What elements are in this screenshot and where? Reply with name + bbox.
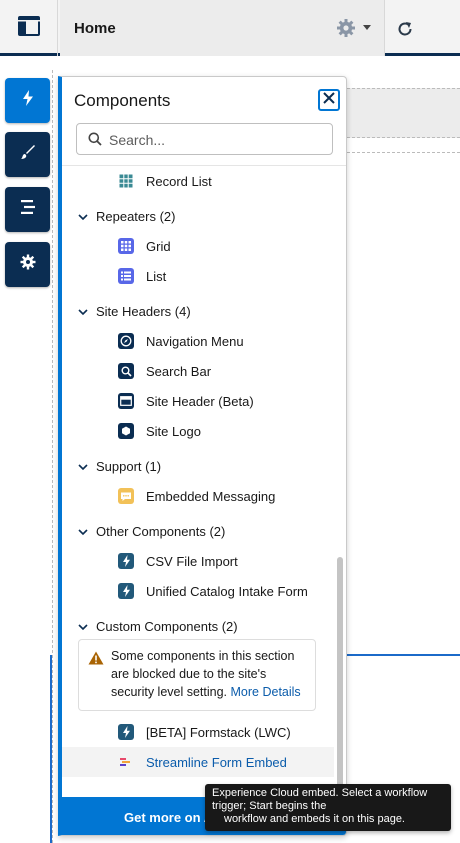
app-menu-button[interactable] xyxy=(0,0,58,56)
list-divider xyxy=(62,165,346,166)
search-icon xyxy=(118,363,134,379)
lightning-icon xyxy=(118,553,134,569)
component-item-label: Streamline Form Embed xyxy=(146,754,287,770)
search-icon xyxy=(88,132,102,151)
chevron-down-icon xyxy=(78,209,88,224)
compass-icon xyxy=(118,333,134,349)
chevron-down-icon[interactable] xyxy=(363,25,371,30)
section-label: Custom Components (2) xyxy=(96,618,238,634)
component-tooltip: Experience Cloud embed. Select a workflo… xyxy=(205,784,451,831)
component-item-formstack-lwc[interactable]: [BETA] Formstack (LWC) xyxy=(118,719,291,745)
more-details-link[interactable]: More Details xyxy=(231,685,301,699)
brush-icon xyxy=(20,144,36,165)
component-item-streamline-form-embed[interactable]: Streamline Form Embed xyxy=(62,747,334,777)
section-label: Support (1) xyxy=(96,458,162,474)
component-item-label: Grid xyxy=(146,238,171,254)
tooltip-line: Experience Cloud embed. Select a workflo… xyxy=(212,787,428,799)
component-item-embedded-messaging[interactable]: Embedded Messaging xyxy=(118,483,275,509)
components-panel: Components Record List Repeaters (2) Gri… xyxy=(58,76,347,836)
section-label: Other Components (2) xyxy=(96,523,226,539)
section-other-components[interactable]: Other Components (2) xyxy=(78,518,225,544)
close-icon xyxy=(323,91,335,109)
gear-icon[interactable] xyxy=(336,18,356,43)
component-item-label: Record List xyxy=(146,173,212,189)
panel-title: Components xyxy=(74,91,171,110)
chevron-down-icon xyxy=(78,304,88,319)
chevron-down-icon xyxy=(78,459,88,474)
component-item-label: Unified Catalog Intake Form xyxy=(146,583,308,599)
component-item-label: Site Logo xyxy=(146,423,201,439)
close-button[interactable] xyxy=(318,89,340,111)
component-item-label: Embedded Messaging xyxy=(146,488,276,504)
lightning-icon xyxy=(118,724,134,740)
chevron-down-icon xyxy=(78,524,88,539)
tooltip-line: workflow and embeds it on this page. xyxy=(224,813,405,825)
component-item-search-bar[interactable]: Search Bar xyxy=(118,358,211,384)
chevron-down-icon xyxy=(78,619,88,634)
tooltip-line: trigger; Start begins the xyxy=(212,800,327,812)
builder-header: Home xyxy=(0,0,460,56)
canvas-selection-edge xyxy=(50,655,52,843)
grid-icon xyxy=(118,238,134,254)
section-custom-components[interactable]: Custom Components (2) xyxy=(78,613,238,639)
section-site-headers[interactable]: Site Headers (4) xyxy=(78,298,191,324)
logo-icon xyxy=(118,423,134,439)
rail-theme-button[interactable] xyxy=(5,132,50,177)
table-icon xyxy=(118,173,134,189)
component-item-label: Site Header (Beta) xyxy=(146,393,254,409)
component-item-label: [BETA] Formstack (LWC) xyxy=(146,724,291,740)
section-support[interactable]: Support (1) xyxy=(78,453,161,479)
page-title: Home xyxy=(74,20,116,37)
rail-settings-button[interactable] xyxy=(5,242,50,287)
section-label: Site Headers (4) xyxy=(96,303,191,319)
component-item-label: Search Bar xyxy=(146,363,212,379)
search-field[interactable] xyxy=(76,123,333,155)
component-item-unified-catalog-intake-form[interactable]: Unified Catalog Intake Form xyxy=(118,578,308,604)
page-selector[interactable]: Home xyxy=(60,0,385,56)
component-item-list[interactable]: List xyxy=(118,263,166,289)
section-repeaters[interactable]: Repeaters (2) xyxy=(78,203,175,229)
lightning-icon xyxy=(118,583,134,599)
canvas-header-region xyxy=(347,88,460,138)
header-icon xyxy=(118,393,134,409)
component-item-label: CSV File Import xyxy=(146,553,238,569)
component-item-label: List xyxy=(146,268,167,284)
warning-icon xyxy=(88,651,104,670)
component-item-label: Navigation Menu xyxy=(146,333,244,349)
refresh-icon[interactable] xyxy=(396,20,414,43)
component-item-csv-file-import[interactable]: CSV File Import xyxy=(118,548,238,574)
list-icon xyxy=(118,268,134,284)
gear-icon xyxy=(20,254,36,275)
rail-components-button[interactable] xyxy=(5,78,50,123)
section-label: Repeaters (2) xyxy=(96,208,176,224)
canvas-divider xyxy=(347,152,460,153)
component-item-site-header[interactable]: Site Header (Beta) xyxy=(118,388,254,414)
streamline-logo-icon xyxy=(118,754,134,770)
layout-panel-icon xyxy=(17,15,41,42)
panel-scrollbar[interactable] xyxy=(337,557,343,787)
component-item-record-list[interactable]: Record List xyxy=(118,168,212,194)
component-item-site-logo[interactable]: Site Logo xyxy=(118,418,201,444)
security-warning: Some components in this section are bloc… xyxy=(78,639,316,711)
chat-icon xyxy=(118,488,134,504)
component-item-grid[interactable]: Grid xyxy=(118,233,171,259)
component-item-navigation-menu[interactable]: Navigation Menu xyxy=(118,328,244,354)
search-input[interactable] xyxy=(109,130,319,150)
page-structure-icon xyxy=(20,199,36,220)
rail-page-structure-button[interactable] xyxy=(5,187,50,232)
lightning-icon xyxy=(21,90,35,111)
canvas-selection-top xyxy=(347,654,460,656)
